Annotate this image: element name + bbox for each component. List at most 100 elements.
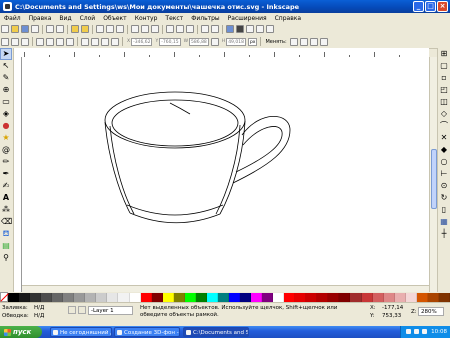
snap-center-icon[interactable]: ⊙ — [439, 181, 449, 191]
star-tool-icon[interactable]: ★ — [1, 133, 11, 143]
gradient-tool-icon[interactable]: ▤ — [1, 241, 11, 251]
rotate-ccw-icon[interactable] — [36, 37, 44, 46]
rectangle-tool-icon[interactable]: ▭ — [1, 97, 11, 107]
start-button[interactable]: пуск — [0, 326, 42, 338]
undo-icon[interactable] — [71, 25, 79, 33]
lower-icon[interactable] — [101, 37, 109, 46]
menu-filters[interactable]: Фильтры — [187, 15, 223, 22]
taskbar-item-inkscape[interactable]: C:\Documents and Se... — [183, 327, 249, 337]
color-swatch[interactable] — [328, 292, 340, 302]
raise-top-icon[interactable] — [81, 37, 89, 46]
color-swatch[interactable] — [184, 292, 196, 302]
zoom-tool-icon[interactable]: ⊕ — [1, 85, 11, 95]
menu-file[interactable]: Файл — [0, 15, 25, 22]
minimize-button[interactable]: _ — [413, 1, 424, 12]
color-swatch[interactable] — [19, 292, 31, 302]
taskbar-item-doc[interactable]: Не сегодняшний де... — [50, 327, 112, 337]
lower-bottom-icon[interactable] — [111, 37, 119, 46]
unit-select[interactable]: px — [247, 37, 258, 46]
color-swatch[interactable] — [173, 292, 185, 302]
circle-tool-icon[interactable]: ● — [1, 121, 11, 131]
h-field[interactable]: 49,018 — [226, 37, 246, 46]
move-pattern-icon[interactable] — [319, 37, 328, 46]
zoom-field[interactable]: 280% — [418, 307, 444, 316]
spray-tool-icon[interactable]: ⁂ — [1, 205, 11, 215]
color-swatch[interactable] — [251, 292, 263, 302]
tweak-tool-icon[interactable]: ✎ — [1, 73, 11, 83]
snap-bbox-midpoint-icon[interactable]: ◫ — [439, 97, 449, 107]
zoom-selection-icon[interactable] — [131, 25, 139, 33]
snap-bbox-corner-icon[interactable]: ◰ — [439, 85, 449, 95]
paste-icon[interactable] — [116, 25, 124, 33]
color-swatch[interactable] — [239, 292, 252, 302]
open-icon[interactable] — [11, 25, 19, 33]
xml-editor-icon[interactable] — [246, 25, 254, 33]
snap-nodes-icon[interactable]: ◇ — [439, 109, 449, 119]
unlink-clone-icon[interactable] — [186, 25, 194, 33]
cut-icon[interactable] — [106, 25, 114, 33]
color-swatch[interactable] — [361, 292, 373, 302]
text-tool-icon[interactable]: A — [1, 193, 11, 203]
menu-layer[interactable]: Слой — [76, 15, 100, 22]
node-tool-icon[interactable]: ↖ — [1, 61, 11, 71]
fill-stroke-icon[interactable] — [226, 25, 234, 33]
color-swatch[interactable] — [383, 292, 395, 302]
zoom-page-icon[interactable] — [151, 25, 159, 33]
color-swatch[interactable] — [306, 292, 318, 302]
color-swatch[interactable] — [273, 292, 285, 302]
snap-page-icon[interactable]: ▯ — [439, 205, 449, 215]
snap-midpoint-icon[interactable]: ⊢ — [439, 169, 449, 179]
color-swatch[interactable] — [262, 292, 274, 302]
select-all-icon[interactable] — [1, 37, 9, 46]
color-swatch[interactable] — [52, 292, 64, 302]
selector-tool-icon[interactable]: ➤ — [0, 48, 12, 60]
color-swatch[interactable] — [195, 292, 207, 302]
taskbar-item-word[interactable]: Создание 3D-фон - M... — [114, 327, 180, 337]
export-icon[interactable] — [56, 25, 64, 33]
ungroup-icon[interactable] — [211, 25, 219, 33]
color-swatch[interactable] — [372, 292, 384, 302]
snap-bbox-edge-icon[interactable]: ▫ — [439, 73, 449, 83]
scale-corners-icon[interactable] — [299, 37, 308, 46]
snap-guide-icon[interactable]: ┼ — [439, 229, 449, 239]
print-icon[interactable] — [31, 25, 39, 33]
snap-smooth-icon[interactable]: ○ — [439, 157, 449, 167]
color-swatch[interactable] — [427, 292, 439, 302]
color-swatch[interactable] — [217, 292, 229, 302]
maximize-button[interactable]: □ — [425, 1, 436, 12]
duplicate-icon[interactable] — [166, 25, 174, 33]
network-icon[interactable] — [414, 329, 419, 334]
layer-selector[interactable]: -Layer 1 — [88, 306, 133, 315]
text-font-icon[interactable] — [236, 25, 244, 33]
y-field[interactable]: -760,15 — [159, 37, 181, 46]
zoom-drawing-icon[interactable] — [141, 25, 149, 33]
color-swatch[interactable] — [405, 292, 417, 302]
import-icon[interactable] — [46, 25, 54, 33]
color-swatch[interactable] — [151, 292, 163, 302]
flip-horizontal-icon[interactable] — [56, 37, 64, 46]
menu-help[interactable]: Справка — [271, 15, 305, 22]
pen-tool-icon[interactable]: ✒ — [1, 169, 11, 179]
color-swatch[interactable] — [228, 292, 240, 302]
redo-icon[interactable] — [81, 25, 89, 33]
color-swatch[interactable] — [63, 292, 75, 302]
snap-bbox-icon[interactable]: ▢ — [439, 61, 449, 71]
menu-path[interactable]: Контур — [131, 15, 162, 22]
layer-lock-icon[interactable] — [78, 306, 86, 314]
lock-ratio-icon[interactable] — [210, 37, 219, 46]
color-swatch[interactable] — [118, 292, 130, 302]
cup-drawing[interactable] — [22, 57, 429, 292]
color-swatch[interactable] — [162, 292, 174, 302]
language-icon[interactable] — [406, 329, 411, 334]
canvas[interactable] — [22, 57, 429, 292]
snap-enable-icon[interactable]: ⊞ — [439, 49, 449, 59]
color-swatch[interactable] — [85, 292, 97, 302]
save-icon[interactable] — [21, 25, 29, 33]
color-swatch[interactable] — [107, 292, 119, 302]
calligraphy-tool-icon[interactable]: ✍ — [1, 181, 11, 191]
eraser-tool-icon[interactable]: ⌫ — [1, 217, 12, 227]
snap-intersection-icon[interactable]: ✕ — [439, 133, 449, 143]
3d-box-tool-icon[interactable]: ◈ — [1, 109, 11, 119]
select-all-layers-icon[interactable] — [11, 37, 19, 46]
rotate-cw-icon[interactable] — [46, 37, 54, 46]
